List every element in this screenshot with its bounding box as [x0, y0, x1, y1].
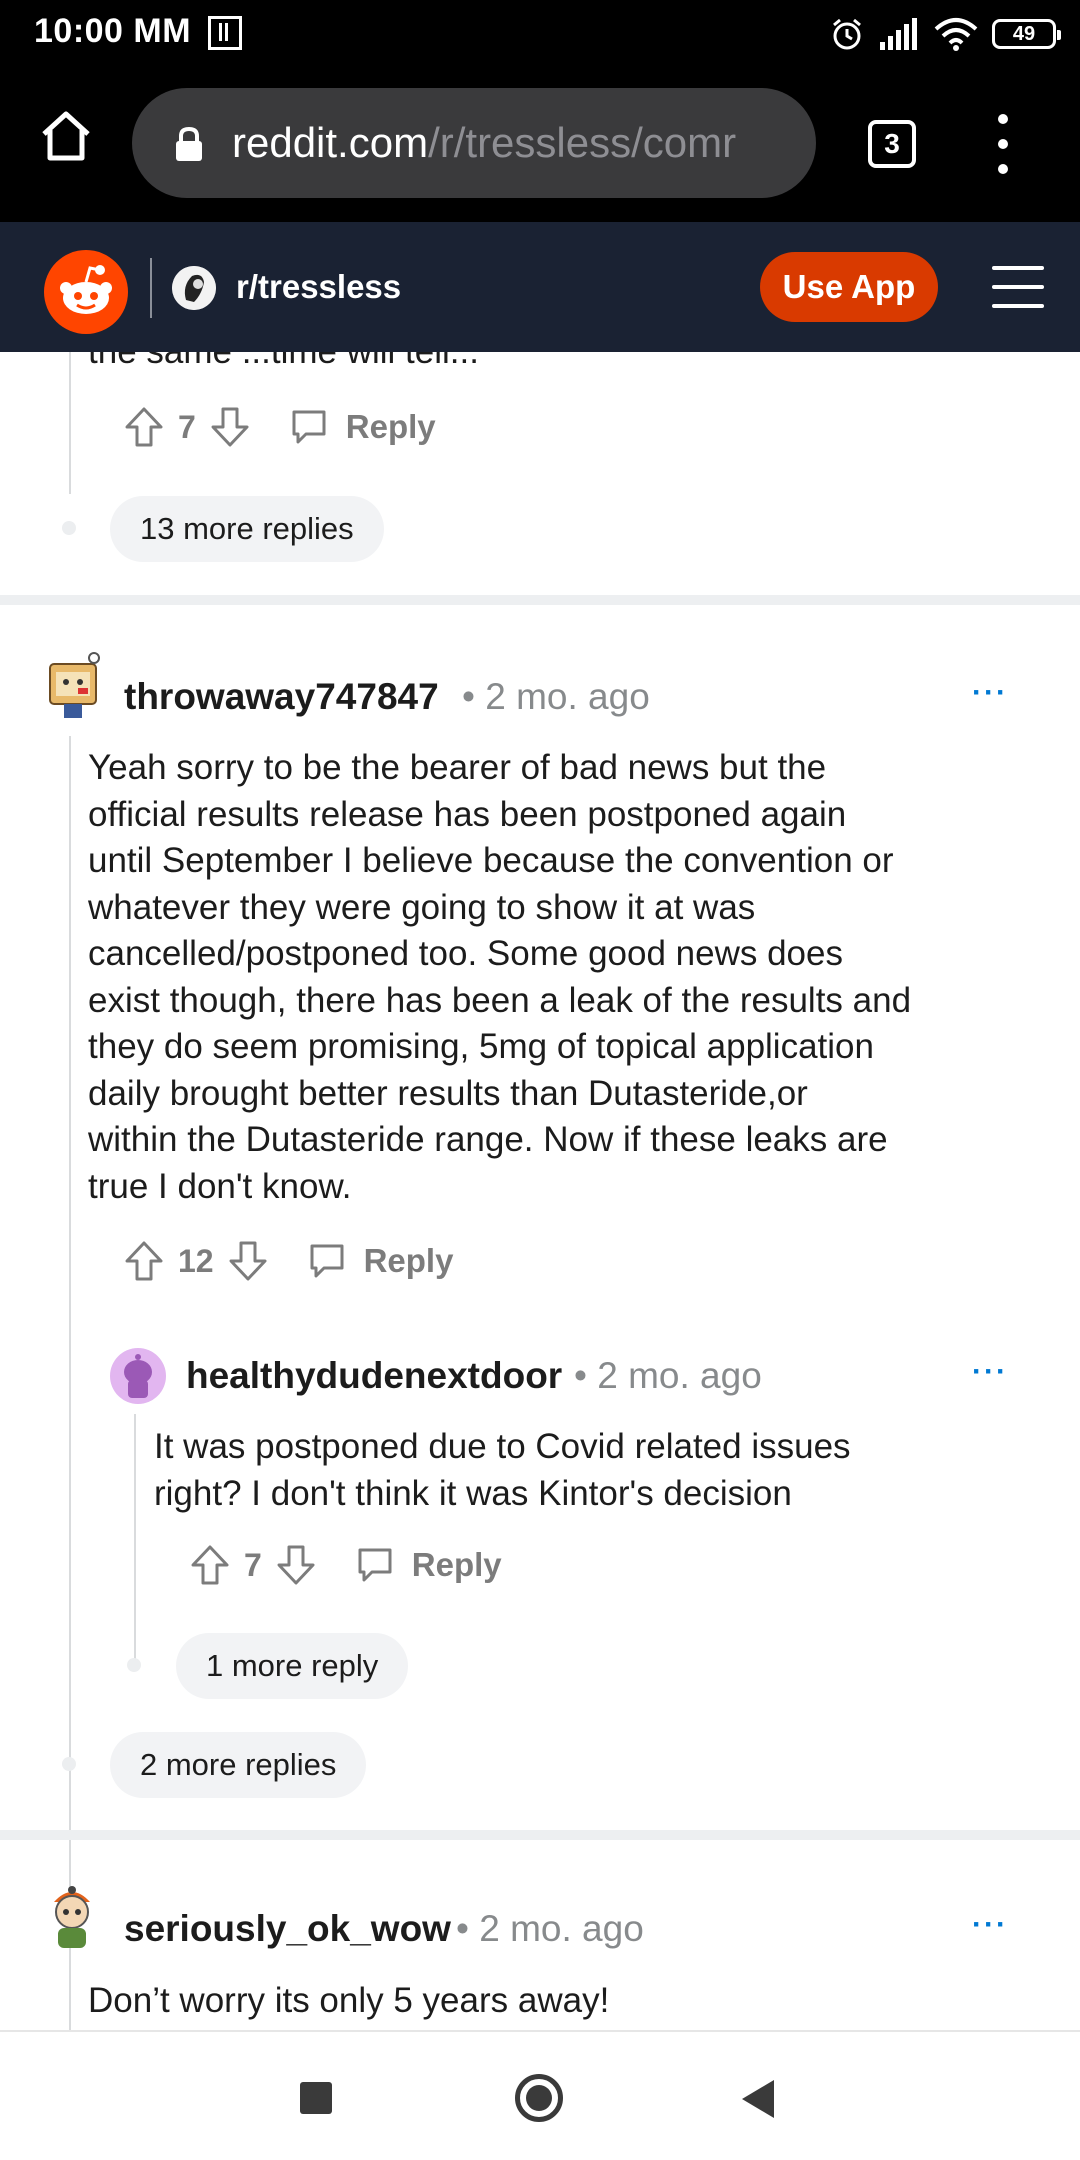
comment-body: Yeah sorry to be the bearer of bad news …: [88, 745, 911, 1210]
comment-body-line: Don’t worry its only 5 years away!: [88, 1981, 610, 2020]
subreddit-name[interactable]: r/tressless: [236, 268, 401, 306]
comment-age: • 2 mo. ago: [462, 676, 650, 717]
cut-off-comment-text: the same ...time will tell...: [88, 352, 479, 372]
comment-body-line: Yeah sorry to be the bearer of bad news …: [88, 748, 827, 787]
browser-toolbar: reddit.com/r/tressless/comr 3: [0, 66, 1080, 222]
comment-body-line: until September I believe because the co…: [88, 841, 894, 880]
comment-body-line: whatever they were going to show it at w…: [88, 887, 756, 927]
user-avatar[interactable]: [110, 1348, 166, 1404]
comment-body: Don’t worry its only 5 years away!: [88, 1978, 609, 2025]
comment-body-line: cancelled/postponed too. Some good news …: [88, 934, 843, 973]
comment-body-line: official results release has been postpo…: [88, 794, 847, 834]
home-icon[interactable]: [38, 108, 94, 164]
downvote-icon[interactable]: [210, 406, 250, 448]
system-navigation-bar: [0, 2030, 1080, 2160]
more-options-icon[interactable]: ···: [972, 1908, 1008, 1942]
use-app-button[interactable]: Use App: [760, 252, 938, 322]
home-circle-icon[interactable]: [515, 2074, 563, 2122]
vote-row: 7 Reply: [124, 402, 436, 452]
subreddit-avatar[interactable]: [172, 266, 216, 310]
url-text: reddit.com/r/tressless/comr: [232, 119, 736, 167]
status-bar: 10:00 MM 49: [0, 0, 1080, 66]
upvote-icon[interactable]: [190, 1544, 230, 1586]
downvote-icon[interactable]: [276, 1544, 316, 1586]
downvote-icon[interactable]: [228, 1240, 268, 1282]
comment-separator: [0, 595, 1080, 605]
comment-body-line: right? I don't think it was Kintor's dec…: [154, 1473, 792, 1513]
battery-icon: 49: [992, 19, 1061, 49]
thread-dot: [62, 1757, 76, 1771]
url-host: reddit.com: [232, 119, 429, 166]
lock-icon: [176, 126, 202, 161]
comment-username[interactable]: seriously_ok_wow: [124, 1908, 451, 1950]
status-time: 10:00 MM: [34, 12, 192, 50]
status-icons: 49: [830, 14, 1061, 54]
score: 7: [178, 408, 196, 445]
comment-body: It was postponed due to Covid related is…: [154, 1424, 851, 1517]
more-replies-button[interactable]: 13 more replies: [110, 496, 384, 562]
reddit-logo-icon[interactable]: [44, 250, 128, 334]
reply-button[interactable]: Reply: [412, 1546, 502, 1584]
comment-body-line: they do seem promising, 5mg of topical a…: [88, 1027, 874, 1066]
comment-body-line: within the Dutasteride range. Now if the…: [88, 1120, 888, 1159]
comment-body-line: daily brought better results than Dutast…: [88, 1073, 808, 1113]
thread-line[interactable]: [69, 352, 71, 494]
more-options-icon[interactable]: ···: [972, 676, 1008, 710]
comment-thread: the same ...time will tell... 7 Reply 13…: [0, 352, 1080, 2030]
battery-level: 49: [1012, 22, 1036, 45]
comment-icon[interactable]: [308, 1242, 346, 1280]
comment-icon[interactable]: [290, 408, 328, 446]
signal-icon: [880, 18, 917, 50]
wifi-icon: [934, 18, 978, 51]
reddit-header: r/tressless Use App: [0, 222, 1080, 352]
vote-row: 7 Reply: [190, 1540, 502, 1590]
hamburger-menu-icon[interactable]: [992, 266, 1044, 308]
thread-line[interactable]: [134, 1414, 136, 1664]
sim-icon: [208, 16, 242, 50]
upvote-icon[interactable]: [124, 1240, 164, 1282]
comment-body-line: It was postponed due to Covid related is…: [154, 1427, 851, 1466]
thread-line[interactable]: [69, 1968, 71, 2030]
tab-count: 3: [884, 128, 900, 159]
back-icon[interactable]: [742, 2080, 774, 2118]
menu-icon[interactable]: [988, 114, 1018, 174]
tabs-icon[interactable]: 3: [868, 120, 916, 168]
user-avatar[interactable]: [42, 1882, 102, 1952]
comment-username[interactable]: healthydudenextdoor: [186, 1355, 562, 1397]
thread-dot: [127, 1658, 141, 1672]
comment-age: • 2 mo. ago: [456, 1908, 644, 1949]
score: 7: [244, 1546, 262, 1583]
recents-icon[interactable]: [300, 2082, 332, 2114]
comment-icon[interactable]: [356, 1546, 394, 1584]
user-avatar[interactable]: [42, 650, 102, 720]
more-replies-button[interactable]: 2 more replies: [110, 1732, 367, 1798]
more-options-icon[interactable]: ···: [972, 1355, 1008, 1389]
alarm-icon: [833, 18, 861, 50]
thread-dot: [62, 521, 76, 535]
score: 12: [178, 1242, 214, 1279]
more-replies-button[interactable]: 1 more reply: [176, 1633, 409, 1699]
vote-row: 12 Reply: [124, 1236, 453, 1286]
upvote-icon[interactable]: [124, 406, 164, 448]
comment-separator: [0, 1830, 1080, 1840]
url-path: /r/tressless/comr: [428, 119, 737, 166]
reply-button[interactable]: Reply: [364, 1242, 454, 1280]
comment-body-line: true I don't know.: [88, 1166, 352, 1206]
header-divider: [150, 258, 152, 318]
comment-age: • 2 mo. ago: [574, 1355, 762, 1396]
comment-username[interactable]: throwaway747847: [124, 676, 439, 718]
reply-button[interactable]: Reply: [346, 408, 436, 446]
comment-body-line: exist though, there has been a leak of t…: [88, 980, 912, 1020]
url-bar[interactable]: reddit.com/r/tressless/comr: [132, 88, 816, 198]
